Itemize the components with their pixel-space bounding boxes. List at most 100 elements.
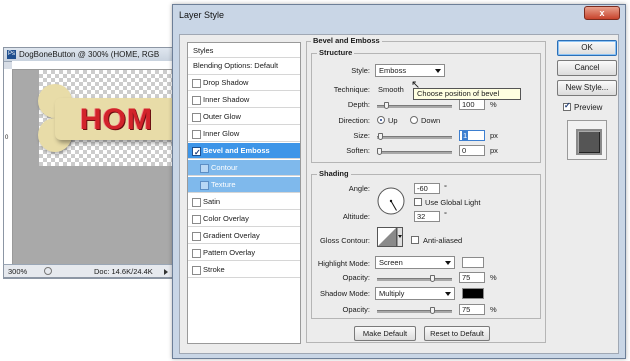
shadow-mode-label: Shadow Mode:: [319, 289, 370, 298]
style-pattern-overlay[interactable]: Pattern Overlay: [188, 245, 300, 261]
angle-unit: °: [444, 183, 447, 192]
dialog-content: Styles Blending Options: Default Drop Sh…: [179, 34, 619, 354]
anti-aliased-label: Anti-aliased: [423, 236, 463, 245]
checkbox[interactable]: [200, 181, 209, 190]
opacity2-label: Opacity:: [342, 305, 370, 314]
global-light-checkbox[interactable]: [414, 198, 422, 206]
structure-title: Structure: [317, 48, 355, 57]
styles-list: Styles Blending Options: Default Drop Sh…: [187, 42, 301, 344]
style-satin[interactable]: Satin: [188, 194, 300, 210]
opacity2-slider[interactable]: [377, 307, 452, 314]
technique-label: Technique:: [333, 85, 370, 94]
document-status-bar: 300% Doc: 14.6K/24.4K: [3, 264, 181, 278]
checkbox[interactable]: [192, 130, 201, 139]
style-gradient-overlay[interactable]: Gradient Overlay: [188, 228, 300, 244]
style-stroke[interactable]: Stroke: [188, 262, 300, 278]
gloss-contour-picker[interactable]: [377, 227, 403, 247]
soften-slider[interactable]: [377, 148, 452, 155]
status-menu-arrow-icon[interactable]: [164, 269, 168, 275]
zoom-level[interactable]: 300%: [8, 267, 27, 276]
tooltip: Choose position of bevel: [413, 88, 521, 100]
direction-up-label: Up: [388, 116, 398, 125]
style-inner-glow[interactable]: Inner Glow: [188, 126, 300, 142]
shadow-color-swatch[interactable]: [462, 288, 484, 299]
preview-checkbox[interactable]: ✓: [563, 101, 571, 111]
style-inner-shadow[interactable]: Inner Shadow: [188, 92, 300, 108]
chevron-down-icon: [435, 69, 441, 73]
technique-select[interactable]: Smooth: [378, 85, 404, 94]
ok-button[interactable]: OK: [557, 40, 617, 56]
direction-up-radio[interactable]: [377, 116, 385, 124]
style-select[interactable]: Emboss: [375, 64, 445, 77]
check-icon: ✓: [564, 101, 571, 110]
shadow-mode-select[interactable]: Multiply: [375, 287, 455, 300]
depth-slider-thumb[interactable]: [384, 102, 389, 109]
size-slider-thumb[interactable]: [377, 133, 383, 140]
angle-dial[interactable]: [376, 186, 406, 216]
document-title-bar[interactable]: Ps DogBoneButton @ 300% (HOME, RGB: [4, 48, 180, 62]
highlight-mode-select[interactable]: Screen: [375, 256, 455, 269]
checkbox[interactable]: [192, 232, 201, 241]
gloss-contour-label: Gloss Contour:: [319, 236, 370, 245]
size-slider[interactable]: [377, 133, 452, 140]
dialog-title: Layer Style: [179, 10, 225, 20]
doc-size: Doc: 14.6K/24.4K: [94, 267, 153, 276]
opacity1-unit: %: [490, 273, 497, 282]
anti-aliased-checkbox[interactable]: [411, 236, 419, 244]
styles-header[interactable]: Styles: [188, 43, 300, 58]
opacity1-label: Opacity:: [342, 273, 370, 282]
size-unit: px: [490, 131, 498, 140]
close-button[interactable]: x: [584, 6, 620, 20]
soften-field[interactable]: 0: [459, 145, 485, 156]
direction-down-label: Down: [421, 116, 441, 125]
checkbox[interactable]: [192, 113, 201, 122]
altitude-unit: °: [444, 210, 447, 219]
status-icon[interactable]: [44, 267, 52, 275]
cancel-button[interactable]: Cancel: [557, 60, 617, 76]
checkbox[interactable]: [192, 215, 201, 224]
checkbox[interactable]: [192, 249, 201, 258]
home-button-text: HOM: [80, 103, 153, 136]
vertical-ruler: 0: [4, 69, 13, 265]
altitude-label: Altitude:: [342, 212, 370, 221]
opacity2-unit: %: [490, 305, 497, 314]
highlight-color-swatch[interactable]: [462, 257, 484, 268]
opacity2-slider-thumb[interactable]: [429, 307, 435, 314]
blending-options[interactable]: Blending Options: Default: [188, 58, 300, 75]
reset-to-default-button[interactable]: Reset to Default: [424, 326, 490, 341]
make-default-button[interactable]: Make Default: [354, 326, 416, 341]
new-style-button[interactable]: New Style...: [557, 80, 617, 96]
depth-slider[interactable]: [377, 102, 452, 109]
photoshop-icon: Ps: [7, 50, 16, 59]
layer-style-dialog: Layer Style x Styles Blending Options: D…: [172, 4, 626, 359]
checkbox[interactable]: [200, 164, 209, 173]
altitude-field[interactable]: 32: [414, 211, 440, 222]
opacity1-field[interactable]: 75: [459, 272, 485, 283]
style-drop-shadow[interactable]: Drop Shadow: [188, 75, 300, 91]
highlight-mode-label: Highlight Mode:: [317, 259, 370, 268]
style-contour[interactable]: Contour: [188, 160, 300, 176]
style-texture[interactable]: Texture: [188, 177, 300, 193]
checkbox[interactable]: [192, 198, 201, 207]
opacity1-slider-thumb[interactable]: [429, 275, 435, 282]
opacity1-slider[interactable]: [377, 275, 452, 282]
depth-field[interactable]: 100: [459, 99, 485, 110]
depth-unit: %: [490, 100, 497, 109]
checkbox-checked[interactable]: ✓: [192, 147, 201, 157]
checkbox[interactable]: [192, 266, 201, 275]
opacity2-field[interactable]: 75: [459, 304, 485, 315]
direction-down-radio[interactable]: [410, 116, 418, 124]
style-bevel-and-emboss[interactable]: ✓ Bevel and Emboss: [188, 143, 300, 159]
global-light-label: Use Global Light: [425, 198, 481, 207]
soften-slider-thumb[interactable]: [377, 148, 382, 155]
angle-field[interactable]: -60: [414, 183, 440, 194]
size-field[interactable]: 1: [459, 130, 485, 141]
depth-label: Depth:: [347, 100, 370, 109]
mouse-cursor-icon: ↖: [411, 79, 421, 91]
style-label: Style:: [351, 66, 370, 75]
checkbox[interactable]: [192, 79, 201, 88]
checkbox[interactable]: [192, 96, 201, 105]
preview-label: Preview: [574, 103, 603, 112]
style-outer-glow[interactable]: Outer Glow: [188, 109, 300, 125]
style-color-overlay[interactable]: Color Overlay: [188, 211, 300, 227]
